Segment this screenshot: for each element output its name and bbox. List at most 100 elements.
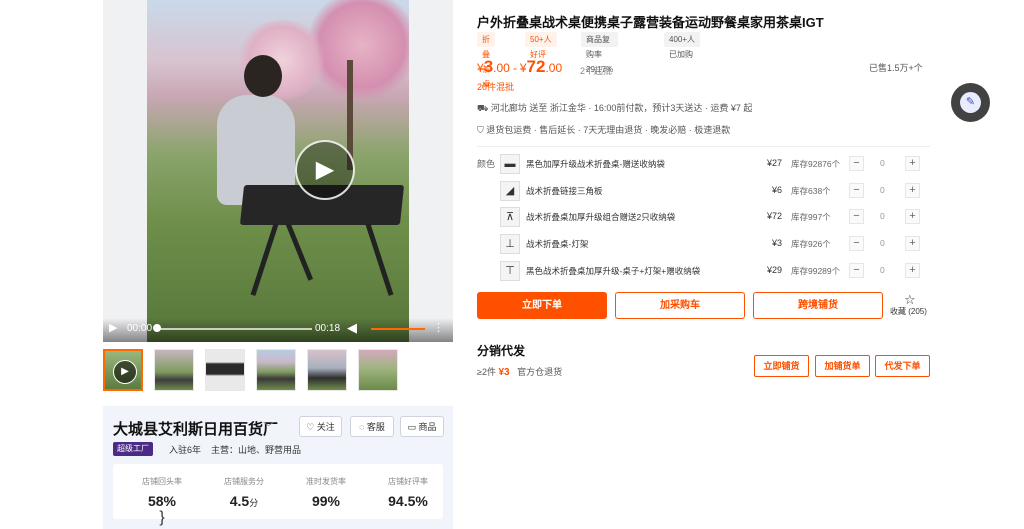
- table-leg: [285, 223, 314, 281]
- variant-thumbnail[interactable]: ⊥: [500, 234, 520, 254]
- more-icon[interactable]: ⋮: [433, 321, 444, 334]
- plus-button[interactable]: +: [905, 209, 920, 224]
- minus-button[interactable]: −: [849, 183, 864, 198]
- distribution-warehouse: 官方仓退货: [517, 367, 563, 377]
- tag-carted: 400+人已加购: [664, 32, 701, 59]
- minus-button[interactable]: −: [849, 156, 864, 171]
- plus-button[interactable]: +: [905, 236, 920, 251]
- quantity-input[interactable]: 0: [880, 185, 885, 195]
- stat-label: 店铺好评率: [388, 477, 428, 486]
- variant-name: 战术折叠桌-灯架: [526, 239, 589, 249]
- variant-stock: 库存997个: [791, 212, 831, 222]
- progress-handle[interactable]: [153, 324, 161, 332]
- quantity-input[interactable]: 0: [880, 158, 885, 168]
- quantity-input[interactable]: 0: [880, 238, 885, 248]
- distribution-info: ≥2件 ¥3 官方仓退货: [477, 365, 562, 378]
- volume-icon[interactable]: ◀: [347, 320, 357, 336]
- current-time: 00:00: [127, 323, 153, 334]
- favorite-count[interactable]: 收藏 (205): [890, 306, 927, 317]
- stat-label: 店铺回头率: [142, 477, 182, 486]
- shipping-info[interactable]: ⛟ 河北廊坊 送至 浙江金华 · 16:00前付款，预计3天送达 · 运费 ¥7…: [477, 101, 752, 115]
- variant-name: 战术折叠桌加厚升级组合赠送2只收纳袋: [526, 212, 676, 222]
- distribution-price: ¥3: [498, 367, 510, 378]
- variant-thumbnail[interactable]: ◢: [500, 181, 520, 201]
- variant-name: 战术折叠链接三角板: [526, 186, 603, 196]
- variant-price: ¥6: [771, 185, 782, 195]
- play-icon: ▶: [113, 360, 137, 384]
- product-title: 户外折叠桌战术桌便携桌子露营装备运动野餐桌家用茶桌IGT: [477, 15, 824, 30]
- stat-return-rate: 店铺回头率 58% }: [121, 464, 203, 526]
- service-guarantees[interactable]: ⛉ 退货包运费 · 售后延长 · 7天无理由退货 · 晚发必赔 · 极速退款: [477, 123, 730, 136]
- variant-price: ¥72: [766, 211, 782, 221]
- customer-service-button[interactable]: ◌ 客服: [350, 416, 394, 437]
- progress-track[interactable]: [157, 328, 312, 330]
- tag-reviews[interactable]: 50+人好评: [525, 32, 557, 59]
- add-to-cart-button[interactable]: 加采购车: [615, 292, 745, 319]
- store-card: 大城县艾利斯日用百货厂 ﹀ ♡ 关注 ◌ 客服 ▭ 商品 超级工厂 入驻6年 主…: [103, 406, 453, 529]
- variant-row: ⊼ 战术折叠桌加厚升级组合赠送2只收纳袋 ¥72 库存997个 − 0 +: [500, 206, 930, 228]
- variant-name: 黑色战术折叠桌加厚升级-桌子+灯架+赠收纳袋: [526, 266, 701, 276]
- plus-button[interactable]: +: [905, 156, 920, 171]
- stat-value: 99%: [311, 493, 341, 509]
- buy-now-button[interactable]: 立即下单: [477, 292, 607, 319]
- minus-button[interactable]: −: [849, 263, 864, 278]
- tag-category[interactable]: 折叠茶桌: [477, 32, 495, 89]
- variant-thumbnail[interactable]: ⊼: [500, 207, 520, 227]
- service-label: 客服: [366, 422, 385, 432]
- store-goods-button[interactable]: ▭ 商品: [400, 416, 444, 437]
- min-order: 2个起批: [580, 66, 613, 76]
- play-small-icon[interactable]: ▶: [109, 321, 117, 334]
- variant-price: ¥27: [766, 158, 782, 168]
- distribution-min-qty: ≥2件: [477, 367, 496, 377]
- child-head: [244, 55, 282, 97]
- mixed-batch-link[interactable]: 20件混批: [477, 80, 514, 93]
- goods-label: 商品: [418, 422, 437, 432]
- chevron-down-icon[interactable]: ﹀: [263, 419, 274, 435]
- plus-button[interactable]: +: [905, 183, 920, 198]
- assistant-icon: ✎: [960, 92, 981, 113]
- plus-button[interactable]: +: [905, 263, 920, 278]
- cross-border-button[interactable]: 跨境铺货: [753, 292, 883, 319]
- video-controls: ▶ 00:00 00:18 ◀ ⋮: [103, 318, 453, 342]
- thumbnail-image[interactable]: [307, 349, 347, 391]
- volume-slider[interactable]: [371, 328, 425, 330]
- super-factory-badge: 超级工厂: [113, 442, 153, 456]
- product-video[interactable]: ▶ ▶ 00:00 00:18 ◀ ⋮: [103, 0, 453, 342]
- follow-label: 关注: [316, 422, 335, 432]
- assistant-button[interactable]: ✎: [951, 83, 990, 122]
- minus-button[interactable]: −: [849, 236, 864, 251]
- stat-service-score: 店铺服务分 4.5分: [203, 464, 285, 519]
- stat-value: 4.5分: [229, 493, 259, 509]
- thumbnail-video[interactable]: ▶: [103, 349, 143, 391]
- dropship-order-button[interactable]: 代发下单: [875, 355, 930, 377]
- variant-thumbnail[interactable]: ⊤: [500, 261, 520, 281]
- store-years: 入驻6年: [169, 445, 202, 455]
- sold-count: 已售1.5万+个: [869, 63, 923, 73]
- quantity-input[interactable]: 0: [880, 265, 885, 275]
- store-name[interactable]: 大城县艾利斯日用百货厂: [113, 418, 278, 439]
- stat-label: 店铺服务分: [224, 477, 264, 486]
- table-leg: [250, 223, 279, 296]
- follow-button[interactable]: ♡ 关注: [299, 416, 342, 437]
- color-label: 颜色: [477, 159, 496, 169]
- variant-stock: 库存926个: [791, 239, 831, 249]
- add-list-button[interactable]: 加铺货单: [815, 355, 870, 377]
- variant-price: ¥29: [766, 265, 782, 275]
- thumbnail-image[interactable]: [154, 349, 194, 391]
- thumbnail-strip: ▶: [103, 349, 453, 391]
- variant-stock: 库存92876个: [791, 159, 841, 169]
- tag-repurchase: 商品复购率29.17%: [581, 32, 619, 74]
- minus-button[interactable]: −: [849, 209, 864, 224]
- quantity-input[interactable]: 0: [880, 211, 885, 221]
- stat-value: 94.5%: [388, 493, 428, 509]
- list-now-button[interactable]: 立即铺货: [754, 355, 809, 377]
- total-time: 00:18: [315, 323, 341, 334]
- thumbnail-image[interactable]: [358, 349, 398, 391]
- variant-name: 黑色加厚升级战术折叠桌-赠送收纳袋: [526, 159, 665, 169]
- thumbnail-image[interactable]: [205, 349, 245, 391]
- thumbnail-image[interactable]: [256, 349, 296, 391]
- variant-price: ¥3: [771, 238, 782, 248]
- stat-value: 58%: [147, 493, 177, 509]
- play-icon[interactable]: ▶: [295, 140, 355, 200]
- variant-thumbnail[interactable]: ▬: [500, 154, 520, 174]
